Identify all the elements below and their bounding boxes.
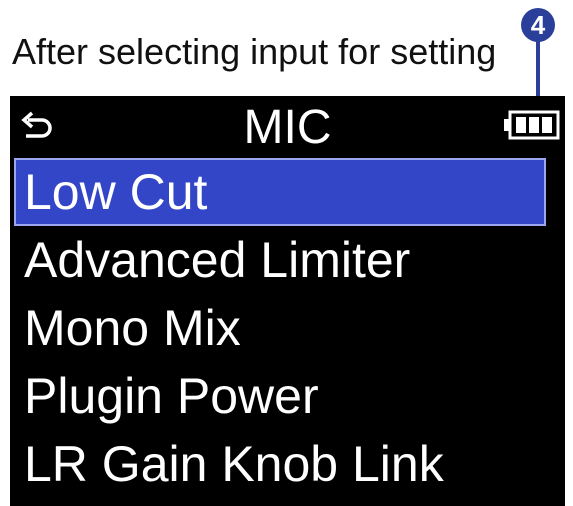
screen-title: MIC bbox=[243, 101, 332, 154]
device-screen: MIC Low Cut Advanced Limiter Mono Mix Pl… bbox=[10, 96, 565, 506]
menu-item-advanced-limiter[interactable]: Advanced Limiter bbox=[16, 228, 544, 292]
menu-item-low-cut[interactable]: Low Cut bbox=[14, 158, 546, 226]
caption-text: After selecting input for setting bbox=[12, 31, 497, 72]
screen-header: MIC bbox=[10, 96, 565, 158]
menu-item-mono-mix[interactable]: Mono Mix bbox=[16, 296, 544, 360]
battery-icon bbox=[504, 110, 560, 140]
callout-number-badge: 4 bbox=[521, 8, 555, 42]
menu-item-lr-gain-knob-link[interactable]: LR Gain Knob Link bbox=[16, 432, 544, 496]
menu-item-plugin-power[interactable]: Plugin Power bbox=[16, 364, 544, 428]
